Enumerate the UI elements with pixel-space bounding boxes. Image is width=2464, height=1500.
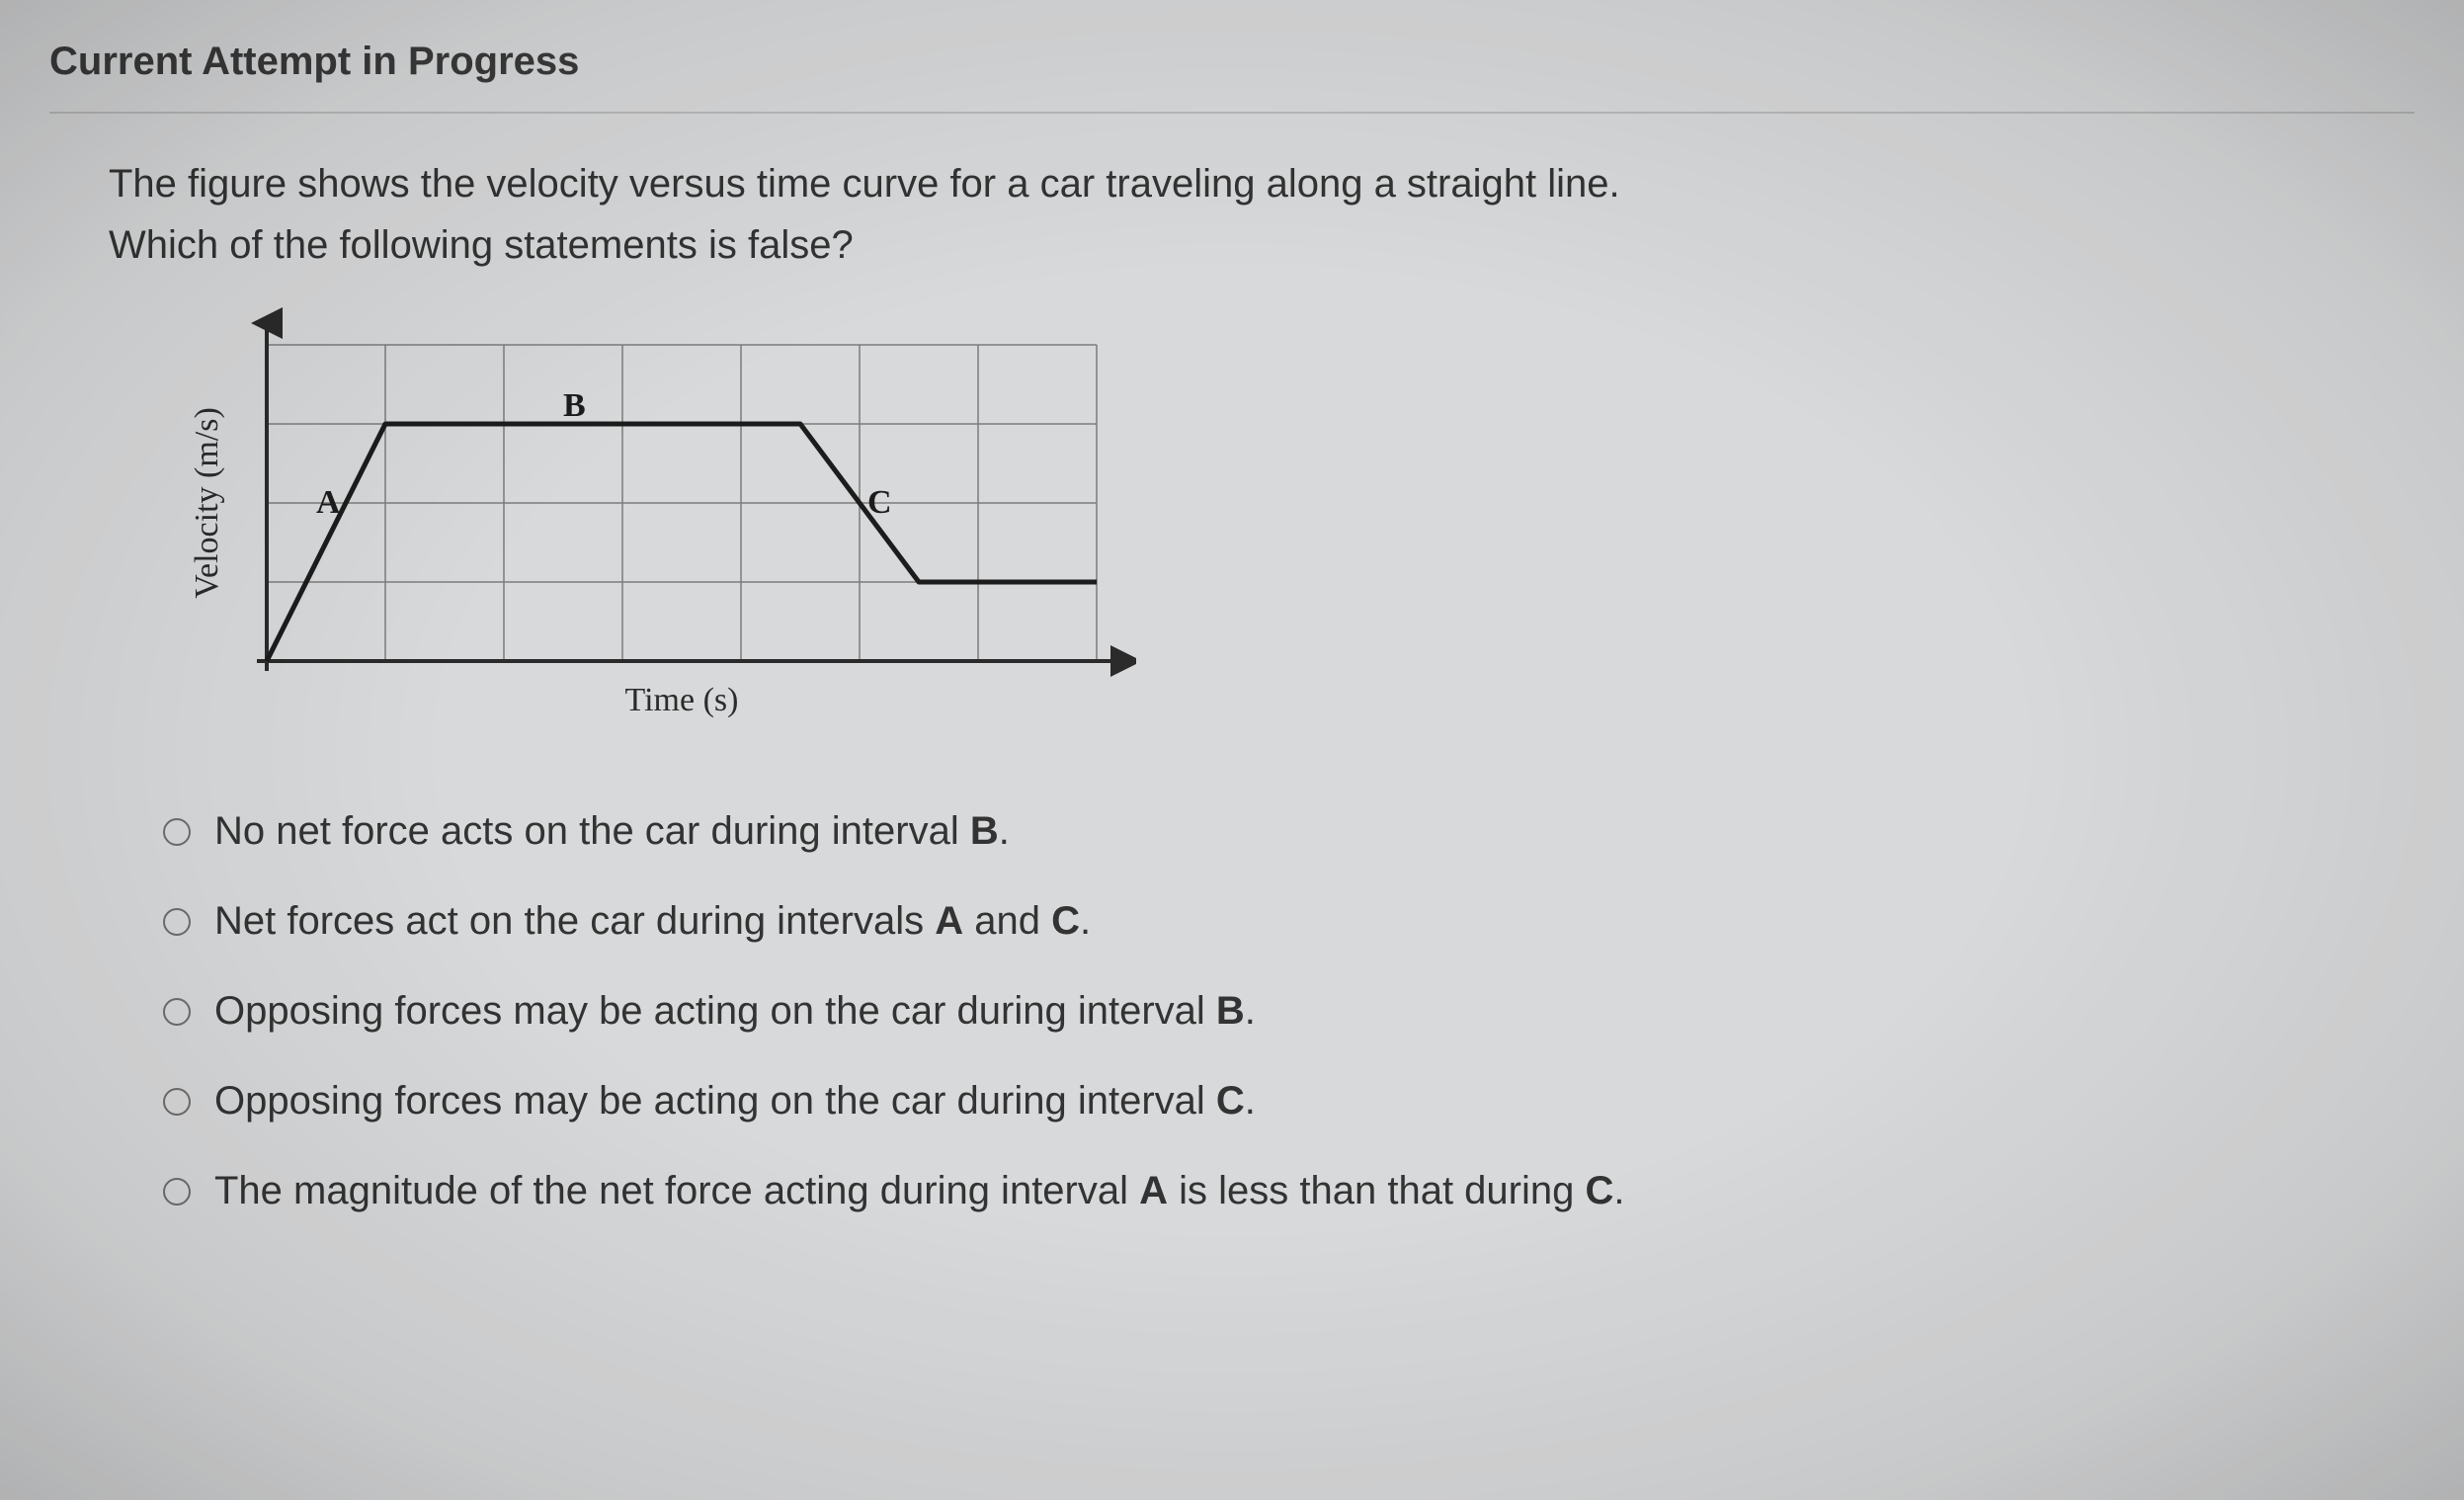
option-text: . — [999, 809, 1010, 853]
grid-horizontal — [267, 345, 1097, 582]
option-text: . — [1245, 989, 1256, 1033]
option-3[interactable]: Opposing forces may be acting on the car… — [163, 989, 2296, 1034]
option-text: Net forces act on the car during interva… — [214, 899, 935, 943]
option-1[interactable]: No net force acts on the car during inte… — [163, 809, 2296, 854]
y-axis-label: Velocity (m/s) — [189, 407, 225, 599]
question-line-1: The figure shows the velocity versus tim… — [109, 162, 1620, 206]
option-text: . — [1080, 899, 1091, 943]
radio-icon[interactable] — [163, 1178, 191, 1206]
option-2-label: Net forces act on the car during interva… — [214, 899, 1091, 944]
option-5[interactable]: The magnitude of the net force acting du… — [163, 1169, 2296, 1213]
option-3-label: Opposing forces may be acting on the car… — [214, 989, 1256, 1034]
option-4[interactable]: Opposing forces may be acting on the car… — [163, 1079, 2296, 1124]
segment-label-c: C — [867, 484, 892, 521]
question-line-2: Which of the following statements is fal… — [109, 223, 854, 267]
answer-options: No net force acts on the car during inte… — [163, 809, 2296, 1213]
radio-icon[interactable] — [163, 818, 191, 846]
velocity-time-chart: A B C Time (s) Velocity (m/s) — [148, 305, 1136, 720]
option-bold: A — [935, 899, 963, 943]
option-text: Opposing forces may be acting on the car… — [214, 989, 1216, 1033]
option-text: . — [1245, 1079, 1256, 1123]
option-text: . — [1613, 1169, 1624, 1212]
segment-label-a: A — [316, 484, 341, 521]
option-bold: C — [1216, 1079, 1245, 1123]
section-header: Current Attempt in Progress — [49, 40, 2415, 114]
option-bold: B — [970, 809, 999, 853]
radio-icon[interactable] — [163, 1088, 191, 1116]
radio-icon[interactable] — [163, 908, 191, 936]
option-bold: A — [1139, 1169, 1168, 1212]
option-text: No net force acts on the car during inte… — [214, 809, 970, 853]
question-text: The figure shows the velocity versus tim… — [109, 153, 2296, 276]
option-text: Opposing forces may be acting on the car… — [214, 1079, 1216, 1123]
x-axis-label: Time (s) — [625, 682, 739, 718]
option-5-label: The magnitude of the net force acting du… — [214, 1169, 1625, 1213]
option-1-label: No net force acts on the car during inte… — [214, 809, 1010, 854]
radio-icon[interactable] — [163, 998, 191, 1026]
option-text: and — [963, 899, 1051, 943]
option-text: The magnitude of the net force acting du… — [214, 1169, 1139, 1212]
option-2[interactable]: Net forces act on the car during interva… — [163, 899, 2296, 944]
segment-label-b: B — [563, 387, 586, 424]
page-root: Current Attempt in Progress The figure s… — [0, 0, 2464, 1253]
option-4-label: Opposing forces may be acting on the car… — [214, 1079, 1256, 1124]
velocity-curve — [267, 424, 1097, 661]
question-block: The figure shows the velocity versus tim… — [49, 153, 2415, 1213]
option-bold: C — [1585, 1169, 1613, 1212]
figure-container: A B C Time (s) Velocity (m/s) — [148, 305, 2296, 720]
option-bold: B — [1216, 989, 1245, 1033]
option-text: is less than that during — [1168, 1169, 1585, 1212]
option-bold: C — [1051, 899, 1080, 943]
